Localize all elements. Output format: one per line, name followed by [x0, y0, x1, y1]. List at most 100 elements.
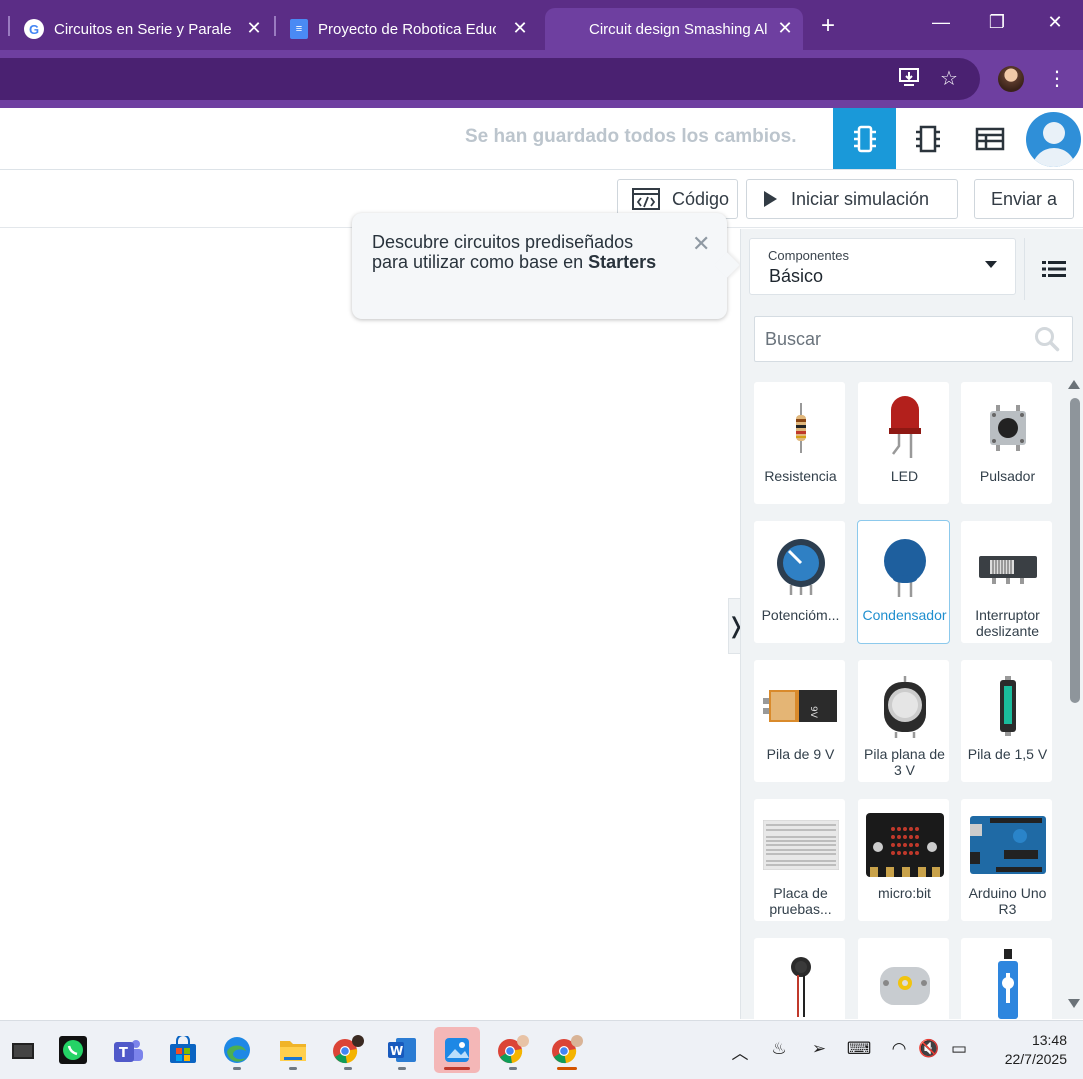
browser-tab-proyecto[interactable]: ≡ Proyecto de Robotica Educ ✕	[276, 8, 538, 50]
onedrive-sync-icon[interactable]: ♨	[766, 1039, 792, 1059]
show-hidden-icons-chevron-icon[interactable]: ︿	[727, 1039, 753, 1064]
search-icon[interactable]	[1034, 326, 1060, 357]
component-led[interactable]: LED	[857, 381, 950, 505]
clock-time: 13:48	[1031, 1032, 1067, 1048]
component-resistencia[interactable]: Resistencia	[753, 381, 846, 505]
docs-icon: ≡	[290, 19, 308, 39]
search-input[interactable]	[765, 325, 1025, 353]
components-dropdown[interactable]: Componentes Básico	[749, 238, 1016, 295]
component-label: Pila de 1,5 V	[967, 746, 1048, 762]
component-microbit[interactable]: micro:bit	[857, 798, 950, 922]
address-bar[interactable]	[0, 58, 980, 100]
component-pulsador[interactable]: Pulsador	[960, 381, 1053, 505]
component-potenciometro[interactable]: Potencióm...	[753, 520, 846, 644]
bookmark-star-icon[interactable]: ☆	[936, 66, 962, 91]
component-pila-1-5v[interactable]: Pila de 1,5 V	[960, 659, 1053, 783]
chrome-icon	[333, 1035, 364, 1064]
taskbar-teams[interactable]: T	[105, 1027, 151, 1073]
components-dropdown-value: Básico	[769, 266, 824, 286]
tooltip-text: Descubre circuitos prediseñados para uti…	[372, 232, 657, 272]
circuit-canvas[interactable]	[0, 229, 740, 1019]
close-window-button[interactable]: ✕	[1040, 12, 1070, 33]
taskbar-indicator	[398, 1067, 406, 1070]
panel-scrollbar-thumb[interactable]	[1070, 398, 1080, 703]
starters-link[interactable]: Starters	[588, 252, 656, 272]
close-tooltip-icon[interactable]: ✕	[692, 231, 710, 257]
restore-button[interactable]: ❐	[982, 12, 1012, 33]
coin-cell-icon	[858, 670, 951, 742]
start-simulation-label: Iniciar simulación	[791, 188, 930, 209]
schematic-view-button[interactable]	[896, 108, 959, 169]
list-view-button[interactable]	[1024, 238, 1083, 300]
schematic-view-icon	[915, 125, 940, 152]
component-vibration-motor[interactable]	[753, 937, 846, 1019]
slide-switch-icon	[961, 531, 1054, 603]
taskbar-word[interactable]: W	[379, 1027, 425, 1073]
component-label: Pila de 9 V	[766, 746, 835, 762]
send-to-button[interactable]: Enviar a	[974, 179, 1074, 219]
component-dc-motor[interactable]	[857, 937, 950, 1019]
svg-text:T: T	[119, 1046, 128, 1061]
wifi-icon[interactable]: ◠	[886, 1039, 912, 1059]
component-label: Resistencia	[764, 468, 837, 484]
component-pila-plana-3v[interactable]: Pila plana de 3 V	[857, 659, 950, 783]
browser-profile-avatar[interactable]	[998, 66, 1024, 92]
clock-date: 22/7/2025	[1004, 1051, 1067, 1067]
avatar-body	[1032, 148, 1076, 167]
dc-motor-icon	[858, 948, 951, 1019]
circuit-view-icon	[853, 125, 876, 152]
volume-muted-icon[interactable]: 🔇	[916, 1039, 942, 1059]
app-header: Se han guardado todos los cambios.	[0, 108, 1083, 170]
taskbar-photos[interactable]	[434, 1027, 480, 1073]
browser-tab-circuitos[interactable]: G Circuitos en Serie y Paralelo ✕	[10, 8, 272, 50]
taskbar-whatsapp[interactable]	[50, 1027, 96, 1073]
location-icon[interactable]: ➢	[806, 1039, 832, 1059]
close-tab-icon[interactable]: ✕	[510, 18, 530, 39]
component-grid: Resistencia LED Pulsador Potencióm... Co…	[741, 375, 1067, 1019]
circuit-view-button[interactable]	[833, 108, 896, 169]
scroll-up-icon[interactable]	[1068, 380, 1080, 389]
start-simulation-button[interactable]: Iniciar simulación	[746, 179, 958, 219]
system-clock[interactable]: 13:48 22/7/2025	[985, 1031, 1067, 1069]
taskbar-indicator	[509, 1067, 517, 1070]
browser-menu-icon[interactable]: ⋮	[1044, 66, 1070, 91]
component-label: Pila plana de 3 V	[864, 746, 945, 778]
install-app-icon[interactable]	[896, 66, 922, 94]
browser-tab-bar: G Circuitos en Serie y Paralelo ✕ ≡ Proy…	[0, 0, 1083, 50]
component-arduino-uno[interactable]: Arduino Uno R3	[960, 798, 1053, 922]
browser-tab-circuit-design[interactable]: Circuit design Smashing Al ✕	[545, 8, 803, 50]
minimize-button[interactable]: —	[926, 12, 956, 33]
component-list-view-button[interactable]	[958, 108, 1021, 169]
taskbar-edge[interactable]	[214, 1027, 260, 1073]
scroll-down-icon[interactable]	[1068, 999, 1080, 1008]
send-to-label: Enviar a	[990, 188, 1058, 209]
play-icon	[761, 189, 779, 209]
photos-icon	[445, 1038, 469, 1062]
component-condensador[interactable]: Condensador	[857, 520, 950, 644]
new-tab-button[interactable]: +	[816, 12, 840, 40]
svg-text:W: W	[390, 1044, 403, 1058]
component-pila-9v[interactable]: 9V Pila de 9 V	[753, 659, 846, 783]
close-tab-icon[interactable]: ✕	[244, 18, 264, 39]
taskbar-app-generic[interactable]	[0, 1027, 46, 1073]
taskbar-store[interactable]	[160, 1027, 206, 1073]
battery-charging-icon[interactable]: ▭	[946, 1039, 972, 1059]
breadboard-icon	[754, 809, 847, 881]
taskbar-file-explorer[interactable]	[270, 1027, 316, 1073]
tinkercad-icon	[559, 19, 579, 39]
component-placa-de-pruebas[interactable]: Placa de pruebas...	[753, 798, 846, 922]
taskbar-chrome-3[interactable]	[544, 1027, 590, 1073]
taskbar-chrome-1[interactable]	[325, 1027, 371, 1073]
component-interruptor-deslizante[interactable]: Interruptor deslizante	[960, 520, 1053, 644]
edge-icon	[224, 1037, 250, 1063]
component-label: Arduino Uno R3	[968, 885, 1047, 917]
app-icon	[12, 1043, 34, 1059]
component-servo[interactable]	[960, 937, 1053, 1019]
user-avatar[interactable]	[1026, 112, 1081, 167]
taskbar-chrome-2[interactable]	[490, 1027, 536, 1073]
aa-battery-icon	[961, 670, 1054, 742]
close-tab-icon[interactable]: ✕	[775, 18, 795, 39]
keyboard-icon[interactable]: ⌨	[846, 1039, 872, 1059]
component-label: LED	[890, 468, 919, 484]
led-icon	[858, 392, 951, 464]
